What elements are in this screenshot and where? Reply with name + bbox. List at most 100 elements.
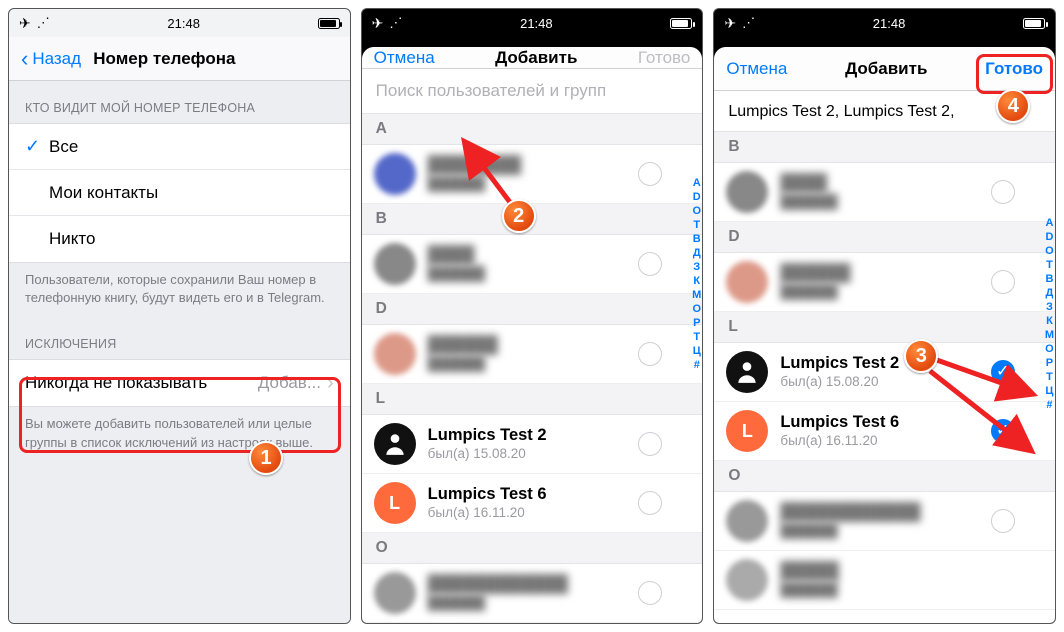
option-nobody[interactable]: ✓ Никто — [9, 216, 350, 262]
index-letter[interactable]: Т — [1046, 371, 1053, 383]
section-L: L — [714, 312, 1055, 343]
index-letter[interactable]: Т — [693, 331, 700, 343]
select-radio[interactable] — [991, 180, 1015, 204]
index-letter[interactable]: # — [1046, 399, 1052, 411]
section-O: O — [362, 533, 703, 564]
index-letter[interactable]: D — [1045, 231, 1053, 243]
contact-lumpics2[interactable]: Lumpics Test 2 был(а) 15.08.20 — [362, 415, 703, 474]
select-radio[interactable] — [638, 252, 662, 276]
contact-lumpics6[interactable]: L Lumpics Test 6 был(а) 16.11.20 — [714, 402, 1055, 461]
alpha-index[interactable]: ADOТВДЗКМОРТЦ# — [692, 177, 701, 371]
contact-row[interactable]: ████████████ — [714, 253, 1055, 312]
contact-lumpics6[interactable]: L Lumpics Test 6 был(а) 16.11.20 — [362, 474, 703, 533]
select-radio[interactable] — [638, 491, 662, 515]
select-radio[interactable] — [991, 270, 1015, 294]
select-radio[interactable] — [991, 360, 1015, 384]
wifi-icon: ⋰ — [389, 15, 402, 31]
index-letter[interactable]: О — [692, 303, 701, 315]
contact-row[interactable]: ██████████ — [714, 163, 1055, 222]
status-bar: ⋰ 21:48 — [362, 9, 703, 37]
status-time: 21:48 — [520, 16, 553, 31]
index-letter[interactable]: Ц — [1045, 385, 1053, 397]
option-all[interactable]: ✓ Все — [9, 124, 350, 170]
section-A: A — [362, 114, 703, 145]
index-letter[interactable]: О — [1045, 343, 1054, 355]
contact-row[interactable]: ████████████ — [362, 325, 703, 384]
index-letter[interactable]: O — [1045, 245, 1054, 257]
contact-lumpics2[interactable]: Lumpics Test 2 был(а) 15.08.20 — [714, 343, 1055, 402]
index-letter[interactable]: М — [692, 289, 701, 301]
cancel-button[interactable]: Отмена — [374, 48, 435, 68]
index-letter[interactable]: Т — [693, 219, 700, 231]
avatar: L — [374, 482, 416, 524]
selected-chips[interactable]: Lumpics Test 2, Lumpics Test 2, — [714, 91, 1055, 132]
index-letter[interactable]: К — [1046, 315, 1053, 327]
done-button[interactable]: Готово — [638, 48, 691, 68]
status-time: 21:48 — [873, 16, 906, 31]
nav-title: Номер телефона — [93, 49, 235, 69]
contact-row[interactable]: ██████████████████ — [362, 564, 703, 623]
battery-icon — [1023, 18, 1045, 29]
index-letter[interactable]: Д — [1046, 287, 1054, 299]
section-O: O — [714, 461, 1055, 492]
contact-name: Lumpics Test 6 — [428, 485, 627, 505]
select-radio[interactable] — [638, 162, 662, 186]
exceptions-footer: Вы можете добавить пользователей или цел… — [9, 407, 350, 461]
contact-name: Lumpics Test 2 — [780, 354, 979, 374]
sheet-title: Добавить — [845, 59, 927, 79]
index-letter[interactable]: З — [1046, 301, 1053, 313]
exceptions-list: Никогда не показывать Добав... › — [9, 359, 350, 407]
select-radio[interactable] — [638, 432, 662, 456]
index-letter[interactable]: A — [1045, 217, 1053, 229]
index-letter[interactable]: М — [1045, 329, 1054, 341]
index-letter[interactable]: В — [693, 233, 701, 245]
index-letter[interactable]: К — [693, 275, 700, 287]
never-show-label: Никогда не показывать — [25, 373, 207, 393]
screen-add-users-selected: ⋰ 21:48 Отмена Добавить Готово Lumpics T… — [713, 8, 1056, 624]
option-nobody-label: Никто — [49, 229, 95, 249]
index-letter[interactable]: В — [1045, 273, 1053, 285]
avatar — [374, 153, 416, 195]
avatar — [374, 423, 416, 465]
index-letter[interactable]: Р — [1046, 357, 1053, 369]
battery-icon — [318, 18, 340, 29]
index-letter[interactable]: Р — [693, 317, 700, 329]
checkmark-icon: ✓ — [25, 136, 49, 157]
wifi-icon: ⋰ — [37, 15, 50, 31]
contact-row[interactable]: ███████████ — [714, 551, 1055, 610]
index-letter[interactable]: Д — [693, 247, 701, 259]
index-letter[interactable]: # — [694, 359, 700, 371]
index-letter[interactable]: Т — [1046, 259, 1053, 271]
done-button[interactable]: Готово — [985, 59, 1043, 79]
option-contacts[interactable]: ✓ Мои контакты — [9, 170, 350, 216]
search-input[interactable]: Поиск пользователей и групп — [362, 69, 703, 114]
avatar — [374, 572, 416, 614]
index-letter[interactable]: З — [693, 261, 700, 273]
select-radio[interactable] — [638, 581, 662, 605]
index-letter[interactable]: D — [693, 191, 701, 203]
contact-row[interactable]: ██████████ — [362, 235, 703, 294]
contact-row[interactable]: ██████████████ — [362, 145, 703, 204]
index-letter[interactable]: O — [692, 205, 701, 217]
exceptions-header: ИСКЛЮЧЕНИЯ — [9, 317, 350, 359]
back-button[interactable]: ‹ Назад — [21, 46, 81, 72]
back-label: Назад — [32, 49, 81, 69]
sheet-title: Добавить — [495, 48, 577, 68]
index-letter[interactable]: A — [693, 177, 701, 189]
section-B: B — [714, 132, 1055, 163]
contact-sub: был(а) 15.08.20 — [780, 374, 979, 390]
never-show-row[interactable]: Никогда не показывать Добав... › — [9, 360, 350, 406]
who-sees-footer: Пользователи, которые сохранили Ваш номе… — [9, 263, 350, 317]
cancel-button[interactable]: Отмена — [726, 59, 787, 79]
index-letter[interactable]: Ц — [693, 345, 701, 357]
status-time: 21:48 — [167, 16, 200, 31]
alpha-index[interactable]: ADOТВДЗКМОРТЦ# — [1045, 217, 1054, 411]
option-all-label: Все — [49, 137, 78, 157]
select-radio[interactable] — [991, 419, 1015, 443]
screen-add-users: ⋰ 21:48 Отмена Добавить Готово Поиск пол… — [361, 8, 704, 624]
select-radio[interactable] — [991, 509, 1015, 533]
status-bar: ⋰ 21:48 — [9, 9, 350, 37]
select-radio[interactable] — [638, 342, 662, 366]
avatar — [726, 500, 768, 542]
contact-row[interactable]: ██████████████████ — [714, 492, 1055, 551]
